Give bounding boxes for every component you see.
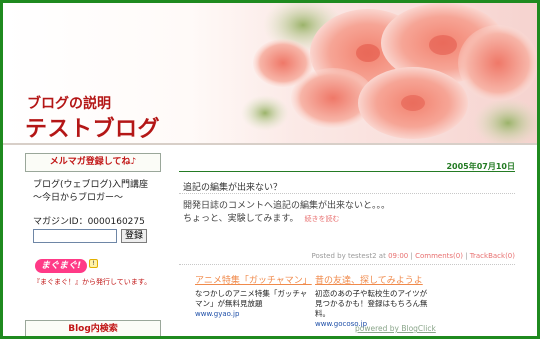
search-heading: Blog内検索 bbox=[25, 320, 161, 336]
comments-link[interactable]: Comments(0) bbox=[415, 252, 463, 260]
email-input[interactable] bbox=[33, 229, 117, 243]
blog-description: ブログの説明 bbox=[27, 96, 111, 112]
footer-sep: | bbox=[410, 252, 413, 260]
post-footer: Posted by testest2 at 09:00 | Comments(0… bbox=[179, 252, 515, 260]
ad-title[interactable]: 昔の友達、探してみようよ bbox=[315, 273, 430, 286]
ad-body: なつかしのアニメ特集「ガッチャマン」が無料見放題 bbox=[195, 289, 308, 308]
blog-header: ブログの説明 テストブログ bbox=[3, 3, 537, 143]
mailmag-info: ブログ(ウェブログ)入門講座 ～今日からブロガー～ bbox=[33, 179, 148, 205]
post-body-line1: 開発日誌のコメントへ追記の編集が出来ないと。。。 bbox=[183, 201, 391, 211]
date-divider bbox=[179, 171, 515, 172]
footer-divider bbox=[179, 264, 515, 266]
ad-item[interactable]: アニメ特集「ガッチャマン」 なつかしのアニメ特集「ガッチャマン」が無料見放題 w… bbox=[195, 273, 312, 318]
post-time-link[interactable]: 09:00 bbox=[388, 252, 408, 260]
mailmag-heading: メルマガ登録してね♪ bbox=[25, 153, 161, 172]
posted-by: Posted by testest2 at bbox=[311, 252, 386, 260]
powered-by-link[interactable]: powered by BlogClick bbox=[355, 324, 436, 333]
ad-body: 初恋のあの子や転校生のアイツが見つかるかも！登録はもちろん無料。 bbox=[315, 289, 428, 318]
blog-page: ブログの説明 テストブログ メルマガ登録してね♪ ブログ(ウェブログ)入門講座 … bbox=[0, 0, 540, 339]
header-divider bbox=[3, 143, 537, 145]
post-title-divider bbox=[179, 193, 515, 195]
read-more-link[interactable]: 続きを読む bbox=[304, 215, 339, 223]
mag2-credit: 『まぐまぐ！』から発行しています。 bbox=[33, 278, 152, 286]
blog-title[interactable]: テストブログ bbox=[25, 111, 160, 143]
sidebar: メルマガ登録してね♪ ブログ(ウェブログ)入門講座 ～今日からブロガー～ マガジ… bbox=[25, 153, 161, 336]
mailmag-line2: ～今日からブロガー～ bbox=[33, 193, 124, 203]
mailmag-line1: ブログ(ウェブログ)入門講座 bbox=[33, 180, 149, 190]
register-button[interactable]: 登録 bbox=[121, 229, 148, 243]
mag2-logo[interactable]: まぐまぐ! bbox=[35, 259, 87, 273]
trackback-link[interactable]: TrackBack(0) bbox=[470, 252, 515, 260]
footer-sep: | bbox=[465, 252, 468, 260]
post-body: 開発日誌のコメントへ追記の編集が出来ないと。。。 ちょっと、実験してみます。 続き… bbox=[183, 200, 390, 226]
mag2-logo-badge-icon: ! bbox=[89, 259, 98, 268]
ad-item[interactable]: 昔の友達、探してみようよ 初恋のあの子や転校生のアイツが見つかるかも！登録はもち… bbox=[315, 273, 430, 328]
post-title: 追記の編集が出来ない？ bbox=[183, 183, 283, 193]
ad-title[interactable]: アニメ特集「ガッチャマン」 bbox=[195, 273, 312, 286]
ad-url[interactable]: www.gyao.jp bbox=[195, 310, 310, 318]
magazine-id: マガジンID：0000160275 bbox=[33, 217, 145, 227]
post-body-line2: ちょっと、実験してみます。 続きを読む bbox=[183, 214, 340, 224]
